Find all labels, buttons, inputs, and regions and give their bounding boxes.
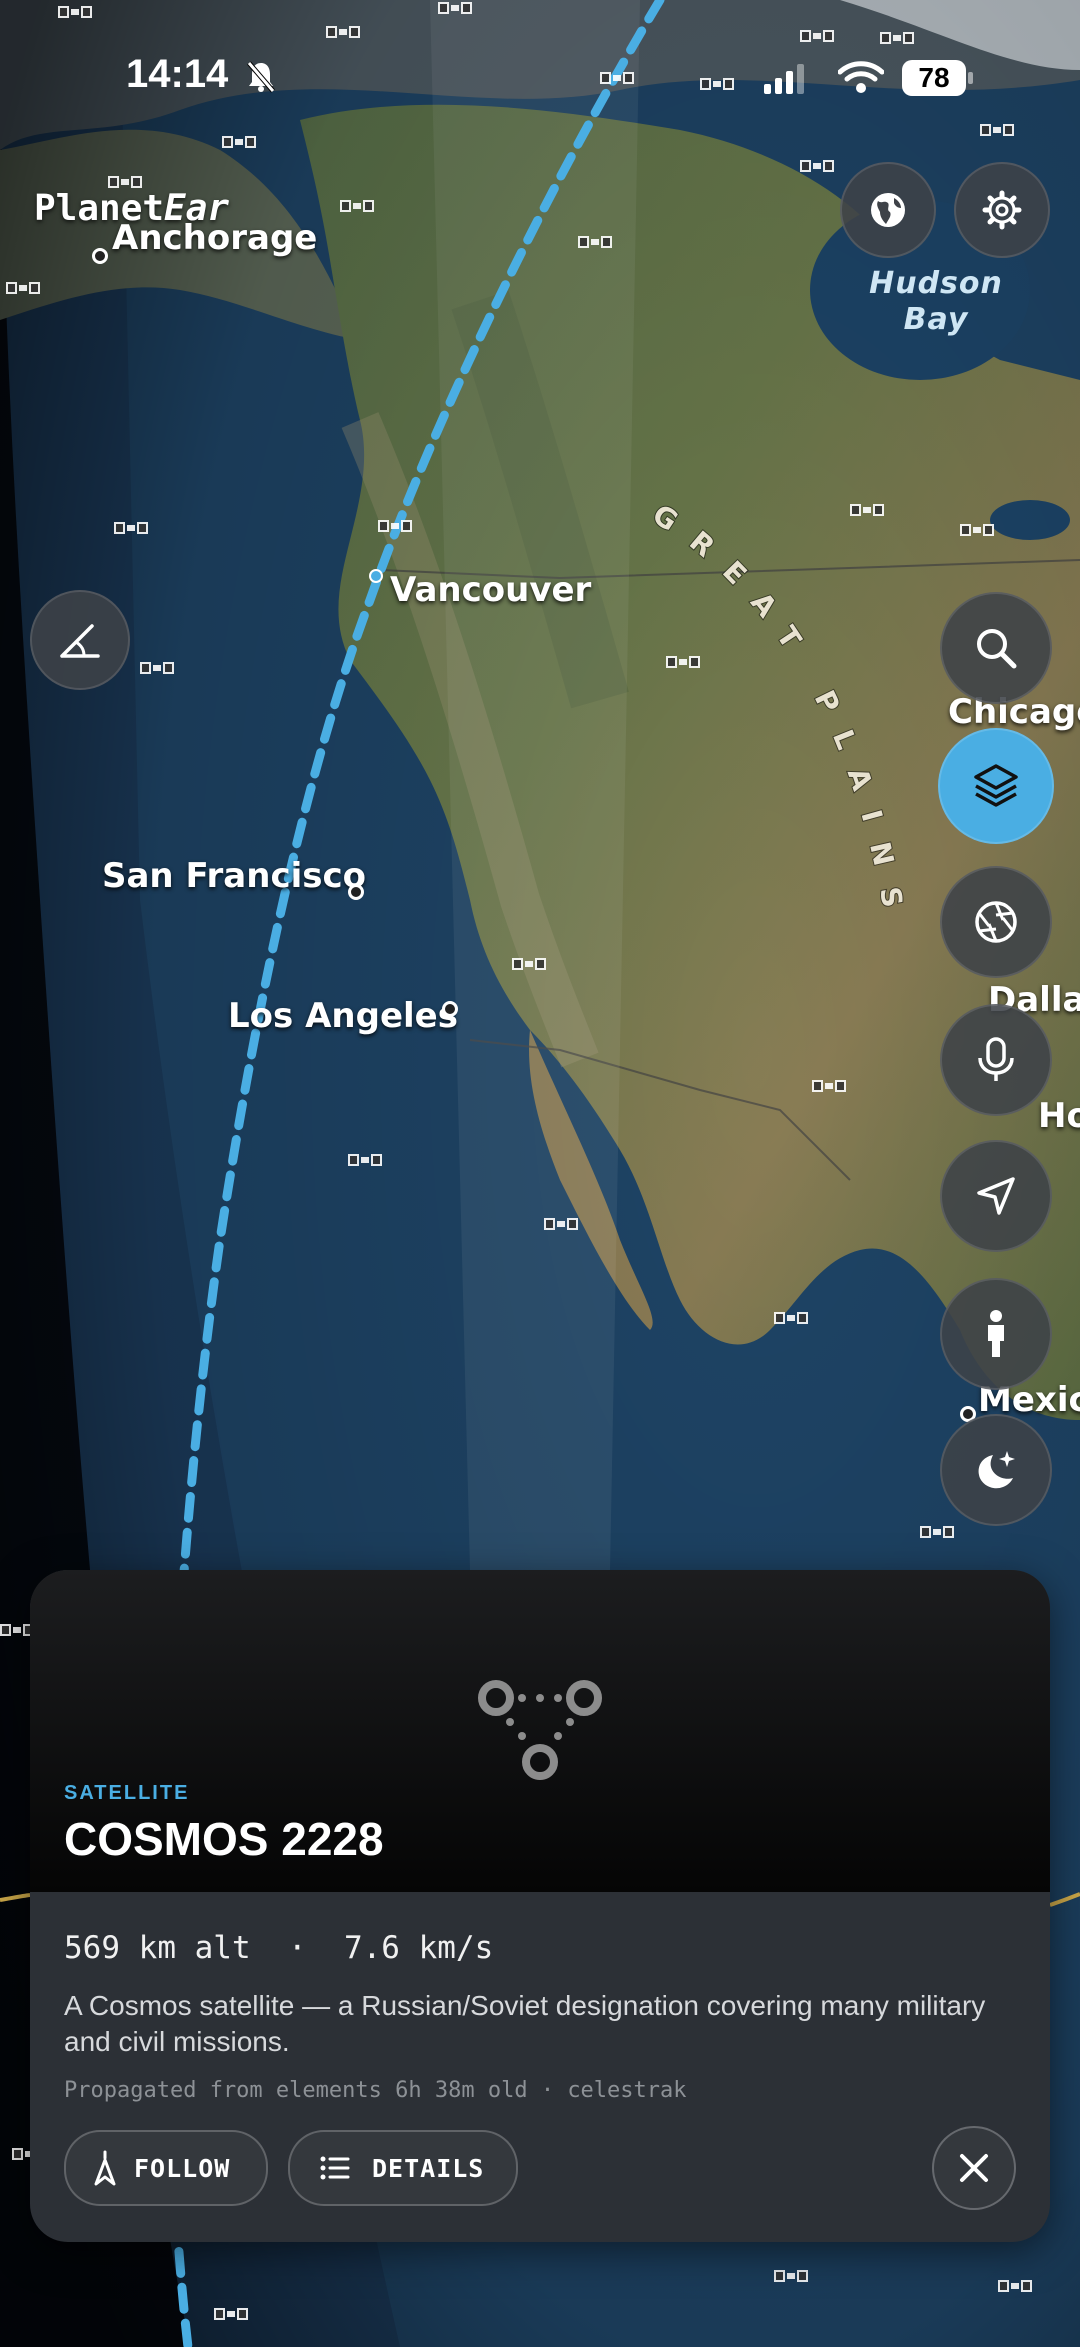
angle-icon (60, 624, 100, 658)
globe-button[interactable] (840, 162, 936, 258)
satellite-marker-icon[interactable] (998, 2278, 1032, 2294)
object-name: COSMOS 2228 (64, 1813, 384, 1865)
city-label-san-francisco[interactable]: San Francisco (102, 856, 366, 896)
satellite-marker-icon[interactable] (214, 2306, 248, 2322)
city-label-anchorage[interactable]: Anchorage (112, 218, 317, 258)
details-button[interactable]: DETAILS (288, 2130, 518, 2206)
search-button[interactable] (940, 592, 1052, 704)
city-label-los-angeles[interactable]: Los Angeles (228, 996, 458, 1036)
satellite-marker-icon[interactable] (544, 1216, 578, 1232)
details-label: DETAILS (372, 2153, 485, 2183)
object-description: A Cosmos satellite — a Russian/Soviet de… (64, 1990, 986, 2057)
person-icon (988, 1310, 1004, 1357)
status-bar: 14:14 78 (0, 0, 1080, 150)
satellite-marker-icon[interactable] (960, 522, 994, 538)
satellite-marker-icon[interactable] (512, 956, 546, 972)
satellite-marker-icon[interactable] (578, 234, 612, 250)
moon-stars-icon (978, 1451, 1015, 1489)
gear-icon (982, 190, 1022, 230)
my-location-button[interactable] (940, 1140, 1052, 1252)
wifi-icon (838, 61, 884, 93)
follow-label: FOLLOW (134, 2153, 231, 2183)
street-view-button[interactable] (940, 1278, 1052, 1390)
satellite-position-marker (369, 569, 383, 583)
cellular-signal-icon (764, 64, 804, 94)
night-mode-button[interactable] (940, 1414, 1052, 1526)
follow-button[interactable]: FOLLOW (64, 2130, 268, 2206)
location-arrow-icon (977, 1177, 1015, 1215)
search-icon (977, 629, 1017, 669)
satellite-marker-icon[interactable] (140, 660, 174, 676)
layers-icon (974, 764, 1018, 807)
city-label-vancouver[interactable]: Vancouver (390, 570, 591, 610)
settings-button[interactable] (954, 162, 1050, 258)
camera-aperture-button[interactable] (940, 866, 1052, 978)
satellite-marker-icon[interactable] (812, 1078, 846, 1094)
satellite-marker-icon[interactable] (378, 518, 412, 534)
satellite-constellation-icon (478, 1680, 602, 1780)
satellite-marker-icon[interactable] (348, 1152, 382, 1168)
bell-muted-icon (247, 61, 275, 93)
globe-icon (871, 193, 905, 227)
city-dot-san-francisco (348, 884, 364, 900)
close-icon (960, 2154, 988, 2182)
voice-button[interactable] (940, 1004, 1052, 1116)
follow-icon (94, 2150, 116, 2186)
satellite-marker-icon[interactable] (114, 520, 148, 536)
satellite-marker-icon[interactable] (6, 280, 40, 296)
svg-text:GREAT PLAINS: GREAT PLAINS (646, 498, 912, 932)
battery-level: 78 (902, 60, 966, 96)
sheet-hero: SATELLITE COSMOS 2228 (30, 1570, 1050, 1892)
aperture-icon (975, 901, 1017, 943)
tilt-angle-button[interactable] (30, 590, 130, 690)
satellite-marker-icon[interactable] (340, 198, 374, 214)
city-dot-los-angeles (442, 1001, 458, 1017)
list-icon (320, 2156, 350, 2180)
object-type-label: SATELLITE (64, 1782, 190, 1804)
satellite-marker-icon[interactable] (774, 1310, 808, 1326)
status-time: 14:14 (126, 52, 229, 96)
satellite-marker-icon[interactable] (800, 158, 834, 174)
satellite-marker-icon[interactable] (774, 2268, 808, 2284)
orbit-stats: 569 km alt · 7.6 km/s (64, 1930, 494, 1966)
region-label-great-plains: GREAT PLAINS (645, 497, 912, 933)
water-label-hudson-bay: Hudson Bay (869, 266, 1003, 337)
battery-cap (968, 72, 973, 84)
satellite-marker-icon[interactable] (920, 1524, 954, 1540)
satellite-detail-sheet: SATELLITE COSMOS 2228 569 km alt · 7.6 k… (30, 1570, 1050, 2242)
city-dot-anchorage (92, 248, 108, 264)
microphone-icon (978, 1037, 1014, 1081)
city-label-houston[interactable]: Ho (1038, 1096, 1080, 1136)
satellite-marker-icon[interactable] (0, 1622, 34, 1638)
layers-button[interactable] (938, 728, 1054, 844)
close-button[interactable] (932, 2126, 1016, 2210)
propagation-info: Propagated from elements 6h 38m old · ce… (64, 2078, 687, 2103)
